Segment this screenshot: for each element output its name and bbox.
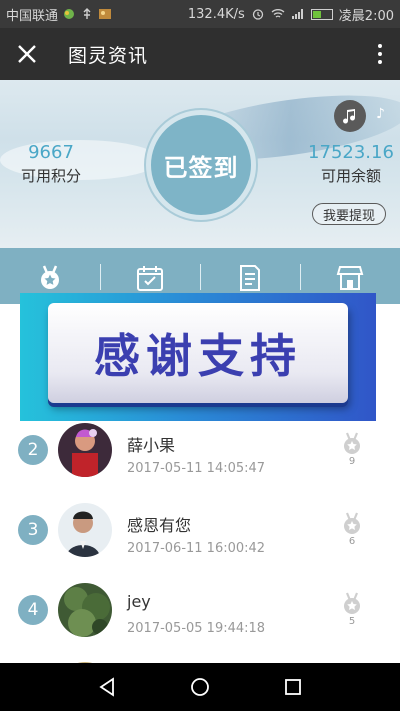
more-options-button[interactable] xyxy=(360,28,400,80)
medal-badge: 6 xyxy=(340,512,364,547)
avatar-image xyxy=(58,423,112,477)
avatar[interactable] xyxy=(58,503,112,557)
rank-number: 4 xyxy=(18,595,48,625)
list-item[interactable]: 3 感恩有您 2017-06-11 16:00:42 6 xyxy=(0,500,400,580)
hero-panel: 9667 可用积分 已签到 17523.16 可用余额 ♪ 我要提现 xyxy=(0,80,400,248)
rank-time: 2017-06-11 16:00:42 xyxy=(127,541,266,556)
battery-icon xyxy=(310,8,333,20)
medal-icon xyxy=(344,512,360,534)
rank-name: 薛小果 xyxy=(127,436,176,455)
points-label: 可用积分 xyxy=(20,167,81,185)
image-icon xyxy=(99,9,112,19)
close-icon xyxy=(18,45,36,63)
thanks-banner: 感谢支持 xyxy=(20,293,376,421)
withdraw-button[interactable]: 我要提现 xyxy=(312,203,386,225)
medal-count: 6 xyxy=(348,536,356,547)
points-value: 9667 xyxy=(28,142,74,163)
list-item[interactable]: 4 jey 2017-05-05 19:44:18 5 xyxy=(0,580,400,660)
page-title: 图灵资讯 xyxy=(68,44,149,67)
list-item[interactable]: 2 薛小果 2017-05-11 14:05:47 9 xyxy=(0,420,400,500)
more-dot-icon xyxy=(378,60,382,64)
music-note-icon xyxy=(343,109,355,124)
music-small-icon: ♪ xyxy=(376,106,385,122)
avatar-image xyxy=(58,503,112,557)
wifi-icon xyxy=(271,9,285,18)
medal-count: 5 xyxy=(348,616,356,627)
balance-label: 可用余额 xyxy=(320,167,381,185)
notification-icon xyxy=(64,9,75,19)
banner-plate: 感谢支持 xyxy=(48,303,348,403)
medal-icon xyxy=(344,432,360,454)
system-nav-bar xyxy=(0,663,400,711)
sign-status-label: 已签到 xyxy=(163,153,239,182)
close-button[interactable] xyxy=(0,28,54,80)
carrier-label: 中国联通 xyxy=(6,8,59,24)
medal-icon xyxy=(41,265,59,289)
medal-count: 9 xyxy=(348,456,356,467)
balance-value: 17523.16 xyxy=(308,142,394,163)
shop-icon xyxy=(336,266,364,290)
avatar-image xyxy=(58,583,112,637)
rank-time: 2017-05-11 14:05:47 xyxy=(127,461,266,476)
calendar-icon xyxy=(137,266,163,291)
recents-icon[interactable] xyxy=(282,676,304,698)
more-dot-icon xyxy=(378,52,382,56)
back-icon[interactable] xyxy=(96,676,118,698)
rank-name: jey xyxy=(127,592,151,611)
clock-time: 凌晨2:00 xyxy=(338,8,394,24)
document-icon xyxy=(240,265,260,291)
rank-number: 3 xyxy=(18,515,48,545)
avatar[interactable] xyxy=(58,423,112,477)
banner-text: 感谢支持 xyxy=(94,329,302,383)
rank-name: 感恩有您 xyxy=(127,516,192,535)
balance-stat[interactable]: 17523.16 可用余额 xyxy=(306,142,396,186)
points-stat[interactable]: 9667 可用积分 xyxy=(16,142,86,186)
medal-badge: 9 xyxy=(340,432,364,467)
more-dot-icon xyxy=(378,44,382,48)
rank-number: 2 xyxy=(18,435,48,465)
sign-in-button[interactable]: 已签到 xyxy=(146,110,256,220)
app-bar: 图灵资讯 xyxy=(0,28,400,80)
rank-time: 2017-05-05 19:44:18 xyxy=(127,621,266,636)
medal-badge: 5 xyxy=(340,592,364,627)
network-speed: 132.4K/s xyxy=(187,6,245,22)
signal-icon xyxy=(291,9,303,19)
music-icon[interactable] xyxy=(334,100,366,132)
status-bar: 中国联通 132.4K/s 凌晨2:00 xyxy=(0,0,400,28)
avatar[interactable] xyxy=(58,583,112,637)
screen: 中国联通 132.4K/s 凌晨2:00 图灵资讯 9667 可用积分 已签到 … xyxy=(0,0,400,711)
home-icon[interactable] xyxy=(189,676,211,698)
alarm-icon xyxy=(252,9,263,20)
usb-icon xyxy=(83,8,91,19)
medal-icon xyxy=(344,592,360,614)
